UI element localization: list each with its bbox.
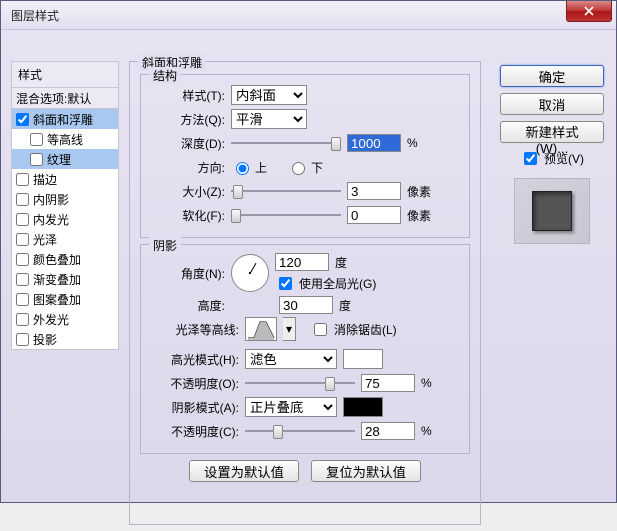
style-row-gradient-overlay[interactable]: 渐变叠加 bbox=[12, 269, 118, 289]
angle-label: 角度(N): bbox=[151, 265, 225, 282]
style-row-contour[interactable]: 等高线 bbox=[12, 129, 118, 149]
checkbox-pattern-overlay[interactable] bbox=[16, 293, 29, 306]
checkbox-stroke[interactable] bbox=[16, 173, 29, 186]
set-default-button[interactable]: 设置为默认值 bbox=[189, 460, 299, 482]
angle-dial[interactable] bbox=[231, 254, 269, 292]
preview-checkbox[interactable]: 预览(V) bbox=[520, 149, 584, 168]
soften-slider[interactable] bbox=[231, 207, 341, 223]
preview-thumbnail bbox=[514, 178, 590, 244]
cancel-button[interactable]: 取消 bbox=[500, 93, 604, 115]
size-label: 大小(Z): bbox=[151, 183, 225, 200]
style-row-drop-shadow[interactable]: 投影 bbox=[12, 329, 118, 349]
size-input[interactable] bbox=[347, 182, 401, 200]
checkbox-satin[interactable] bbox=[16, 233, 29, 246]
antialias-checkbox[interactable]: 消除锯齿(L) bbox=[310, 320, 397, 339]
soften-input[interactable] bbox=[347, 206, 401, 224]
technique-select[interactable]: 平滑 bbox=[231, 109, 307, 129]
shadow-fieldset: 阴影 角度(N): 度 使用全局光(G) 高度: bbox=[140, 244, 470, 454]
shadow-opacity-slider[interactable] bbox=[245, 423, 355, 439]
checkbox-inner-shadow[interactable] bbox=[16, 193, 29, 206]
style-label: 样式(T): bbox=[151, 87, 225, 104]
style-row-color-overlay[interactable]: 颜色叠加 bbox=[12, 249, 118, 269]
checkbox-contour[interactable] bbox=[30, 133, 43, 146]
checkbox-outer-glow[interactable] bbox=[16, 313, 29, 326]
titlebar[interactable]: 图层样式 bbox=[1, 1, 616, 30]
new-style-button[interactable]: 新建样式(W)... bbox=[500, 121, 604, 143]
global-light-checkbox[interactable]: 使用全局光(G) bbox=[275, 274, 376, 293]
shadow-legend: 阴影 bbox=[149, 237, 181, 254]
depth-input[interactable] bbox=[347, 134, 401, 152]
shadow-color-swatch[interactable] bbox=[343, 397, 383, 417]
direction-label: 方向: bbox=[151, 159, 225, 176]
gloss-contour-label: 光泽等高线: bbox=[151, 321, 239, 338]
altitude-input[interactable] bbox=[279, 296, 333, 314]
style-row-inner-glow[interactable]: 内发光 bbox=[12, 209, 118, 229]
style-row-stroke[interactable]: 描边 bbox=[12, 169, 118, 189]
depth-label: 深度(D): bbox=[151, 135, 225, 152]
shadow-mode-label: 阴影模式(A): bbox=[151, 399, 239, 416]
layer-style-dialog: 图层样式 样式 混合选项:默认 斜面和浮雕 等高线 纹理 描边 内阴影 内发光 … bbox=[0, 0, 617, 503]
styles-header[interactable]: 样式 bbox=[11, 61, 119, 87]
highlight-color-swatch[interactable] bbox=[343, 349, 383, 369]
style-row-pattern-overlay[interactable]: 图案叠加 bbox=[12, 289, 118, 309]
reset-default-button[interactable]: 复位为默认值 bbox=[311, 460, 421, 482]
checkbox-texture[interactable] bbox=[30, 153, 43, 166]
styles-list: 混合选项:默认 斜面和浮雕 等高线 纹理 描边 内阴影 内发光 光泽 颜色叠加 … bbox=[11, 87, 119, 350]
depth-slider[interactable] bbox=[231, 135, 341, 151]
style-row-bevel[interactable]: 斜面和浮雕 bbox=[12, 109, 118, 129]
checkbox-inner-glow[interactable] bbox=[16, 213, 29, 226]
right-panel: 确定 取消 新建样式(W)... 预览(V) bbox=[500, 65, 604, 244]
size-slider[interactable] bbox=[231, 183, 341, 199]
checkbox-bevel[interactable] bbox=[16, 113, 29, 126]
highlight-opacity-label: 不透明度(O): bbox=[151, 375, 239, 392]
highlight-mode-label: 高光模式(H): bbox=[151, 351, 239, 368]
window-title: 图层样式 bbox=[11, 7, 59, 24]
highlight-opacity-slider[interactable] bbox=[245, 375, 355, 391]
soften-label: 软化(F): bbox=[151, 207, 225, 224]
main-settings: 斜面和浮雕 结构 样式(T): 内斜面 方法(Q): 平滑 深度(D): bbox=[129, 61, 481, 531]
highlight-mode-select[interactable]: 滤色 bbox=[245, 349, 337, 369]
checkbox-drop-shadow[interactable] bbox=[16, 333, 29, 346]
checkbox-color-overlay[interactable] bbox=[16, 253, 29, 266]
checkbox-gradient-overlay[interactable] bbox=[16, 273, 29, 286]
close-button[interactable] bbox=[566, 1, 612, 22]
style-row-inner-shadow[interactable]: 内阴影 bbox=[12, 189, 118, 209]
gloss-contour-dropdown[interactable]: ▾ bbox=[283, 317, 296, 341]
style-row-satin[interactable]: 光泽 bbox=[12, 229, 118, 249]
ok-button[interactable]: 确定 bbox=[500, 65, 604, 87]
direction-up[interactable]: 上 bbox=[231, 159, 267, 176]
styles-panel: 样式 混合选项:默认 斜面和浮雕 等高线 纹理 描边 内阴影 内发光 光泽 颜色… bbox=[11, 61, 119, 350]
direction-down[interactable]: 下 bbox=[287, 159, 323, 176]
shadow-mode-select[interactable]: 正片叠底 bbox=[245, 397, 337, 417]
highlight-opacity-input[interactable] bbox=[361, 374, 415, 392]
altitude-label: 高度: bbox=[151, 297, 225, 314]
style-select[interactable]: 内斜面 bbox=[231, 85, 307, 105]
structure-fieldset: 结构 样式(T): 内斜面 方法(Q): 平滑 深度(D): % bbox=[140, 74, 470, 238]
bevel-fieldset: 斜面和浮雕 结构 样式(T): 内斜面 方法(Q): 平滑 深度(D): bbox=[129, 61, 481, 525]
angle-input[interactable] bbox=[275, 253, 329, 271]
gloss-contour-picker[interactable] bbox=[245, 317, 277, 341]
shadow-opacity-label: 不透明度(C): bbox=[151, 423, 239, 440]
style-row-outer-glow[interactable]: 外发光 bbox=[12, 309, 118, 329]
style-row-texture[interactable]: 纹理 bbox=[12, 149, 118, 169]
shadow-opacity-input[interactable] bbox=[361, 422, 415, 440]
structure-legend: 结构 bbox=[149, 67, 181, 84]
technique-label: 方法(Q): bbox=[151, 111, 225, 128]
dialog-body: 样式 混合选项:默认 斜面和浮雕 等高线 纹理 描边 内阴影 内发光 光泽 颜色… bbox=[1, 29, 616, 502]
preview-swatch bbox=[532, 191, 572, 231]
blend-options-row[interactable]: 混合选项:默认 bbox=[12, 88, 118, 109]
close-icon bbox=[584, 6, 594, 16]
